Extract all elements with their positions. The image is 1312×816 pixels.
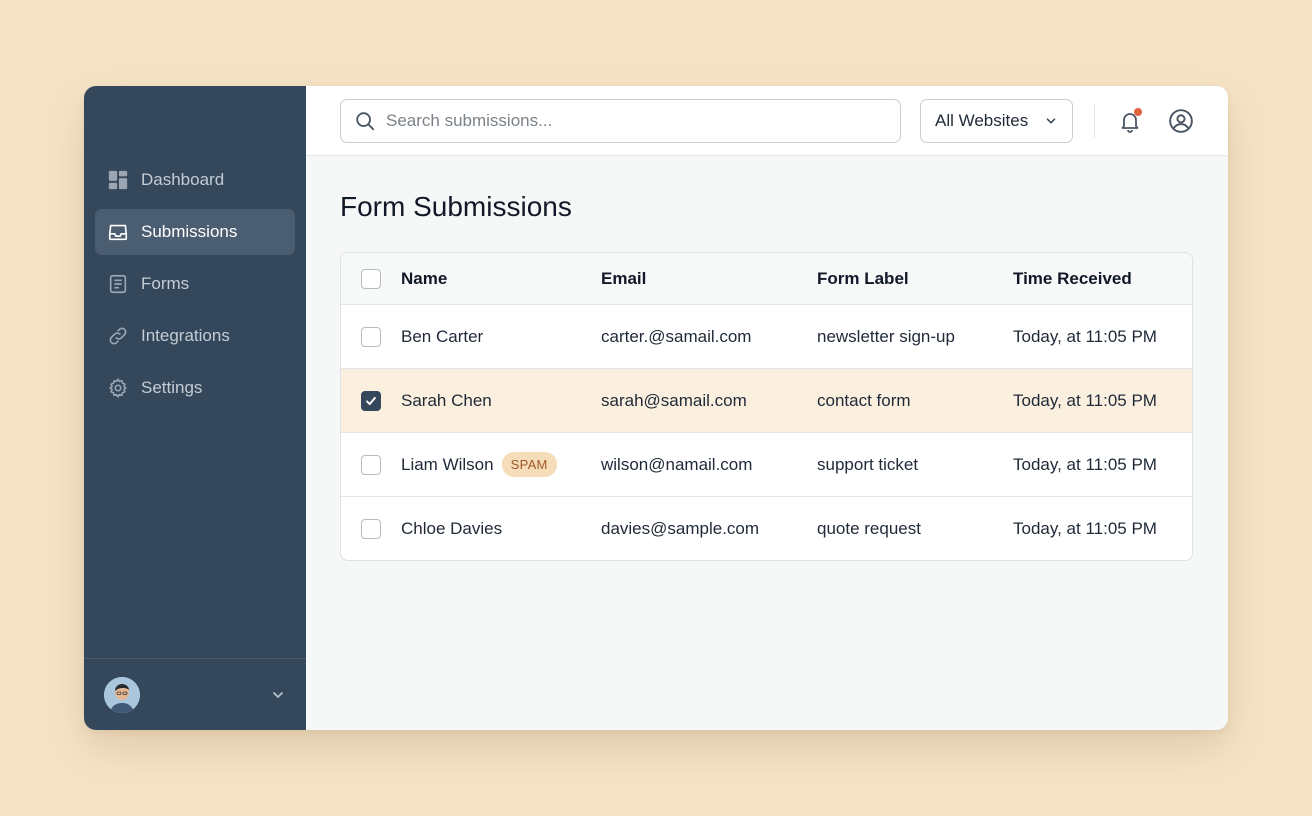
sidebar-item-label: Integrations (141, 326, 230, 345)
user-menu-button[interactable] (1167, 107, 1195, 135)
sidebar-item-submissions[interactable]: Submissions (95, 209, 295, 255)
sidebar-item-label: Forms (141, 274, 190, 293)
select-all-checkbox[interactable] (361, 268, 381, 289)
search-box[interactable] (340, 98, 901, 143)
submissions-table: Name Email Form Label Time Received Ben … (340, 252, 1193, 561)
sidebar-item-label: Submissions (141, 222, 238, 241)
table-row[interactable]: Ben Carter carter.@samail.com newsletter… (341, 304, 1192, 368)
column-header-form-label[interactable]: Form Label (817, 269, 1013, 289)
sidebar-item-label: Dashboard (141, 170, 225, 189)
time-received: Today, at 11:05 PM (1013, 390, 1157, 410)
page-title: Form Submissions (340, 191, 572, 222)
column-header-name[interactable]: Name (401, 269, 601, 289)
submitter-email: wilson@namail.com (601, 454, 753, 474)
sidebar-item-label: Settings (141, 378, 203, 397)
top-bar: All Websites (306, 86, 1228, 156)
sidebar: Dashboard Submissions Forms Integrations (84, 86, 306, 730)
spam-badge: SPAM (501, 452, 557, 477)
table-row[interactable]: Chloe Davies davies@sample.com quote req… (341, 496, 1192, 560)
toolbar-divider (1094, 103, 1095, 138)
sidebar-item-dashboard[interactable]: Dashboard (95, 157, 295, 203)
column-header-email[interactable]: Email (601, 269, 817, 289)
row-checkbox[interactable] (361, 326, 381, 347)
checkmark-icon (366, 396, 376, 405)
submitter-email: sarah@samail.com (601, 390, 747, 410)
row-checkbox[interactable] (361, 454, 381, 475)
submitter-email: carter.@samail.com (601, 326, 752, 346)
sidebar-item-forms[interactable]: Forms (95, 261, 295, 307)
app-window: Dashboard Submissions Forms Integrations (84, 86, 1228, 730)
sidebar-item-integrations[interactable]: Integrations (95, 313, 295, 359)
chevron-down-icon[interactable] (270, 687, 286, 703)
table-row[interactable]: Sarah Chen sarah@samail.com contact form… (341, 368, 1192, 432)
submitter-name: Sarah Chen (401, 390, 492, 410)
form-label: quote request (817, 518, 921, 538)
document-icon (107, 273, 129, 295)
submitter-email: davies@sample.com (601, 518, 760, 538)
link-icon (107, 325, 129, 347)
sidebar-nav: Dashboard Submissions Forms Integrations (95, 157, 295, 417)
search-icon (356, 111, 375, 130)
avatar[interactable] (104, 676, 140, 713)
table-header: Name Email Form Label Time Received (341, 253, 1192, 304)
form-label: support ticket (817, 454, 919, 474)
notifications-button[interactable] (1116, 107, 1144, 135)
submitter-name: Chloe Davies (401, 518, 503, 538)
notification-dot (1134, 107, 1142, 116)
table-row[interactable]: Liam Wilson SPAM wilson@namail.com suppo… (341, 432, 1192, 496)
account-switcher[interactable] (84, 658, 306, 730)
submitter-name: Ben Carter (401, 326, 484, 346)
gear-icon (107, 377, 129, 399)
dashboard-icon (107, 169, 129, 191)
search-input[interactable] (386, 110, 866, 131)
column-header-time-received[interactable]: Time Received (1013, 269, 1192, 289)
time-received: Today, at 11:05 PM (1013, 518, 1157, 538)
website-filter-dropdown[interactable]: All Websites (920, 98, 1073, 143)
row-checkbox[interactable] (361, 518, 381, 539)
website-filter-value: All Websites (935, 110, 1029, 130)
form-label: newsletter sign-up (817, 326, 955, 346)
time-received: Today, at 11:05 PM (1013, 454, 1157, 474)
sidebar-item-settings[interactable]: Settings (95, 365, 295, 411)
inbox-icon (107, 221, 129, 243)
main-content: All Websites Form Submissions Name Email… (306, 86, 1228, 730)
user-circle-icon (1169, 108, 1193, 133)
time-received: Today, at 11:05 PM (1013, 326, 1157, 346)
submitter-name: Liam Wilson (401, 454, 494, 474)
chevron-down-icon (1046, 117, 1056, 124)
row-checkbox[interactable] (361, 390, 381, 411)
form-label: contact form (817, 390, 911, 410)
